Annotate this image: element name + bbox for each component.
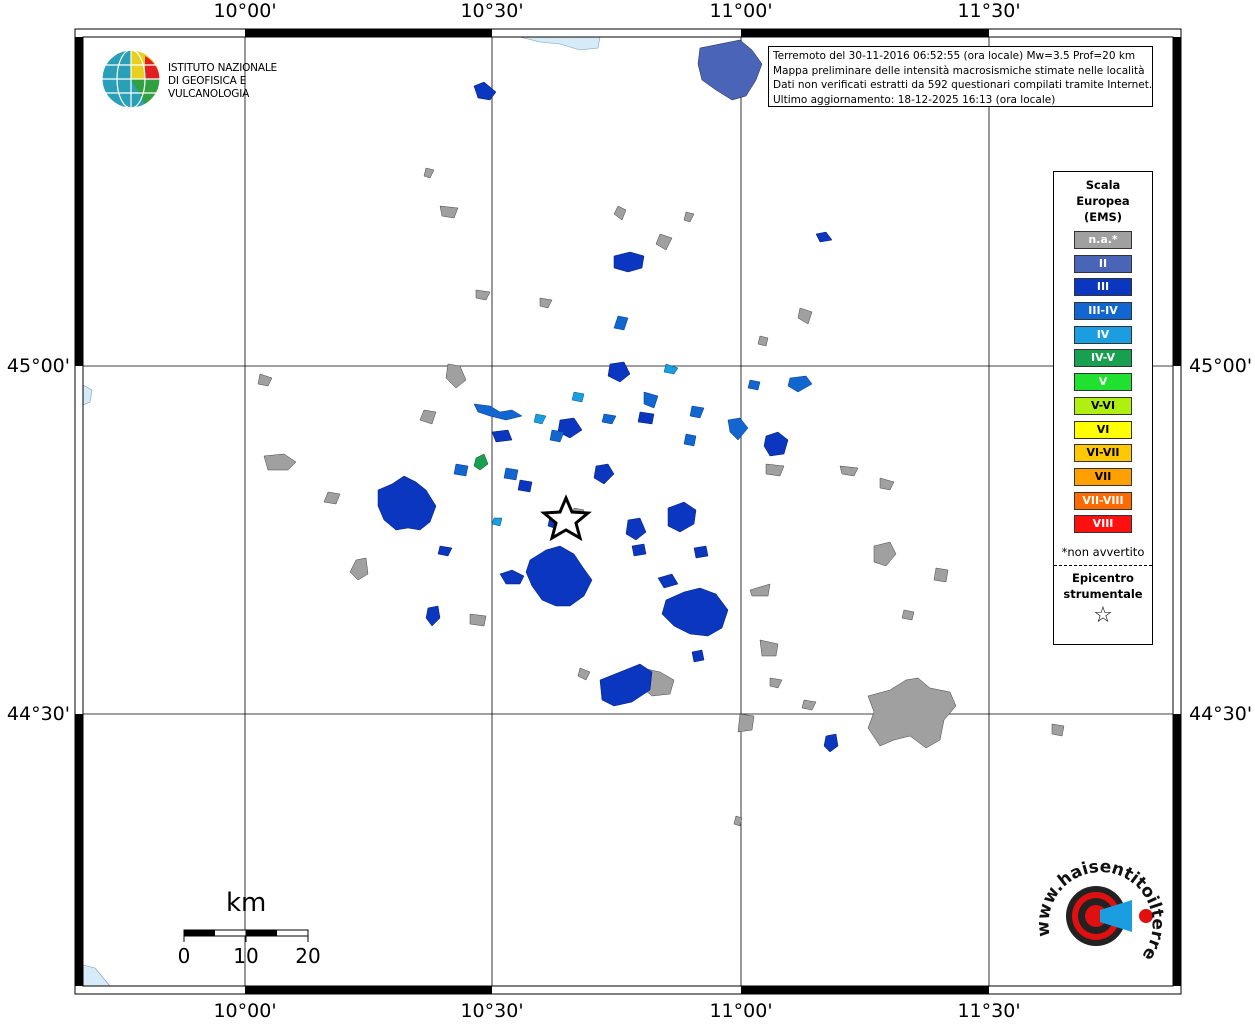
legend-epicenter-line: Epicentro (1072, 571, 1134, 586)
lon-label-top: 11°00' (709, 0, 773, 22)
legend-item-iv-v: IV-V (1074, 349, 1132, 368)
lon-label-bottom: 11°30' (957, 1000, 1021, 1022)
earthquake-info-box: Terremoto del 30-11-2016 06:52:55 (ora l… (768, 46, 1153, 107)
info-line: Dati non verificati estratti da 592 ques… (773, 79, 1153, 91)
legend-item-v: V (1074, 373, 1132, 392)
legend-item-v-vi: V-VI (1074, 396, 1132, 415)
legend-item-iii: III (1074, 278, 1132, 297)
legend-items: n.a.* II III III-IV IV IV-V V V-VI VI VI-VII VII VI… (1054, 231, 1152, 534)
star-outline-icon: ☆ (1093, 603, 1113, 629)
lat-label-right: 44°30' (1189, 703, 1253, 725)
lon-label-bottom: 10°30' (460, 1000, 524, 1022)
lon-label-bottom: 10°00' (213, 1000, 277, 1022)
ingv-name: ISTITUTO NAZIONALE DI GEOFISICA E VULCAN… (168, 62, 330, 101)
lon-label-top: 10°00' (213, 0, 277, 22)
info-line: Ultimo aggiornamento: 18-12-2025 16:13 (… (773, 93, 1056, 106)
legend-note: *non avvertito (1061, 545, 1145, 560)
legend-item-vii-viii: VII-VIII (1074, 491, 1132, 510)
ingv-name-line: DI GEOFISICA E VULCANOLOGIA (168, 75, 250, 100)
legend-item-iv: IV (1074, 325, 1132, 344)
legend-title-line: Europea (1076, 194, 1130, 208)
legend-item-ii: II (1074, 254, 1132, 273)
legend-title: Scala Europea (EMS) (1054, 177, 1152, 225)
hsit-target-icon: www.haisentitoilterremoto.it (1021, 843, 1167, 964)
globe-icon (101, 49, 161, 109)
legend-title-line: Scala (1085, 178, 1121, 192)
lat-label-right: 45°00' (1189, 355, 1253, 377)
legend-item-vii: VII (1074, 467, 1132, 486)
scale-unit: km (226, 888, 267, 918)
legend-item-iii-iv: III-IV (1074, 302, 1132, 321)
scale-tick-label: 20 (295, 944, 321, 968)
map-background (83, 37, 1173, 986)
scale-tick-label: 10 (233, 944, 259, 968)
info-line: Mappa preliminare delle intensità macros… (773, 64, 1145, 77)
lat-label-left: 45°00' (6, 355, 70, 377)
lon-label-top: 10°30' (460, 0, 524, 22)
ingv-logo: ISTITUTO NAZIONALE DI GEOFISICA E VULCAN… (100, 48, 330, 110)
legend-epicenter-line: strumentale (1063, 587, 1143, 602)
scale-tick-label: 0 (177, 944, 191, 968)
legend-epicenter-label: Epicentro strumentale (1054, 570, 1152, 602)
legend-title-line: (EMS) (1083, 210, 1123, 224)
legend-item-n-a: n.a.* (1074, 231, 1132, 249)
info-line: Terremoto del 30-11-2016 06:52:55 (ora l… (773, 50, 1136, 62)
legend-item-viii: VIII (1074, 515, 1132, 534)
lon-label-bottom: 11°00' (709, 1000, 773, 1022)
legend-divider (1054, 565, 1152, 567)
legend-item-vi: VI (1074, 420, 1132, 439)
lat-label-left: 44°30' (6, 703, 70, 725)
legend-item-vi-vii: VI-VII (1074, 444, 1132, 463)
ingv-name-line: ISTITUTO NAZIONALE (168, 62, 277, 74)
intensity-legend: Scala Europea (EMS) n.a.* II III III-IV IV IV… (1053, 171, 1153, 645)
lon-label-top: 11°30' (957, 0, 1021, 22)
hsit-logo: www.haisentitoilterremoto.it (1021, 843, 1170, 988)
